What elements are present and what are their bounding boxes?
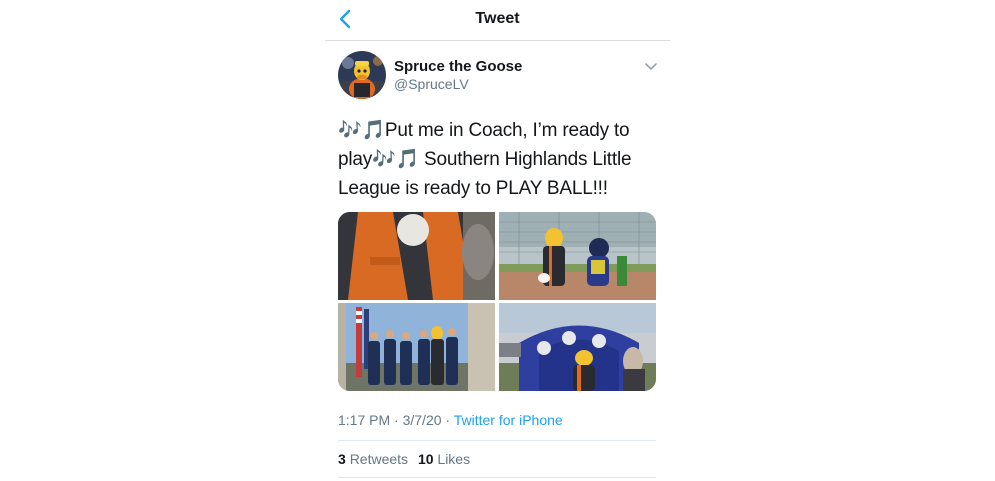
likes-stat[interactable]: 10 Likes xyxy=(418,451,470,467)
page-title: Tweet xyxy=(475,10,520,27)
photo-1[interactable] xyxy=(338,212,495,300)
retweets-stat[interactable]: 3 Retweets xyxy=(338,451,408,467)
photo-3[interactable] xyxy=(338,303,495,391)
nav-header: Tweet xyxy=(325,0,670,41)
chevron-down-icon xyxy=(645,63,657,70)
tweet-source-link[interactable]: Twitter for iPhone xyxy=(454,412,563,428)
retweets-label: Retweets xyxy=(349,451,409,467)
author-display-name[interactable]: Spruce the Goose xyxy=(394,58,522,75)
tweet-screen: Tweet Spruce the Goose @SpruceLV 🎶🎵Put m… xyxy=(325,0,670,481)
media-grid xyxy=(338,212,656,391)
tweet-date: 3/7/20 xyxy=(402,412,442,428)
avatar[interactable] xyxy=(338,51,386,99)
tweet-text: 🎶🎵Put me in Coach, I’m ready to play🎶🎵 S… xyxy=(338,120,632,199)
tweet-meta: 1:17 PM · 3/7/20 · Twitter for iPhone xyxy=(338,412,563,428)
tweet-time: 1:17 PM xyxy=(338,412,391,428)
photo-4[interactable] xyxy=(499,303,656,391)
meta-separator-2: · xyxy=(441,412,454,428)
tweet-stats: 3 Retweets 10 Likes xyxy=(338,451,476,467)
retweets-count: 3 xyxy=(338,451,346,467)
likes-label: Likes xyxy=(437,451,471,467)
divider xyxy=(338,440,656,441)
tweet-menu-button[interactable] xyxy=(643,58,659,74)
photo-2[interactable] xyxy=(499,212,656,300)
meta-separator: · xyxy=(390,412,403,428)
likes-count: 10 xyxy=(417,451,434,467)
divider-bottom xyxy=(338,477,656,478)
author-handle[interactable]: @SpruceLV xyxy=(394,76,469,92)
